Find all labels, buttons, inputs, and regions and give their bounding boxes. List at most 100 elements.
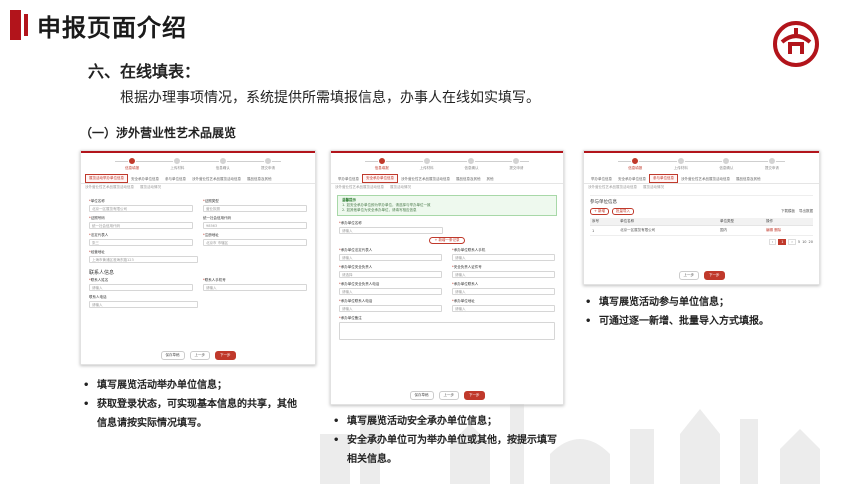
row-actions[interactable]: 编辑 删除 [764,225,813,236]
add-record-button[interactable]: + 新增一条记录 [429,237,465,244]
tab-exhibits[interactable]: 展品信息及其他 [733,176,764,183]
participants-table: 序号 单位名称 单位类型 操作 1 北京一区展览有限公司 国内 编辑 删除 [590,218,813,236]
step-dot [128,157,137,165]
credit-code-input[interactable]: 98563 [203,222,307,229]
tab-exhibits[interactable]: 展品信息及其他 [453,176,484,183]
step-label: 提交申请 [509,166,524,170]
step-label: 上传材料 [673,166,688,170]
brand-bar [10,10,21,40]
step-4: 提交申请 [248,157,288,171]
contact-mobile-input[interactable]: 请输入 [203,284,307,291]
security-organizer-form: *承办单位名称 请输入 + 新增一条记录 *承办单位法定代表人 请输入 *承办单位联… [331,216,563,344]
step-dot [467,157,476,165]
tab-exhibits[interactable]: 展品信息及其他 [244,176,275,183]
contact-mobile-input[interactable]: 请输入 [452,254,555,261]
next-button[interactable]: 下一步 [215,351,236,360]
tab-participants[interactable]: 参与单位信息 [162,176,189,183]
license-type-select[interactable]: 营业执照 [203,205,307,212]
step-2: 上传材料 [157,157,197,171]
subtab-exhibition-status[interactable]: 展览活动情况 [390,185,411,190]
batch-import-button[interactable]: 批量导入 [612,208,635,215]
step-dot [631,157,640,165]
screenshot-organizer-form: 信息填报 上传材料 信息确认 提交申请 展览活动举办单位信息 安全承办单位信息 … [80,150,316,365]
page-size-option[interactable]: 20 [809,240,813,244]
progress-steps: 信息填报 上传材料 信息确认 提交申请 [345,153,549,175]
tab-exhibition-info[interactable]: 涉外营业性艺术品展览活动信息 [189,176,244,183]
subtab-exhibition-info[interactable]: 涉外营业性艺术品展览活动信息 [335,185,384,190]
field-label: *承办单位联系人 [452,282,479,286]
safety-officer-id-input[interactable]: 请输入 [452,271,555,278]
slide-title: 申报页面介绍 [37,14,187,42]
legal-rep-input[interactable]: 张三 [89,239,193,246]
pager-page[interactable]: 1 [778,239,787,245]
contact-name-input[interactable]: 请输入 [89,284,193,291]
note-item: • 安全承办单位可为举办单位或其他，按提示填写 [333,435,557,446]
subtab-exhibition-info[interactable]: 涉外营业性艺术品展览活动信息 [85,185,134,190]
subtab-exhibition-status[interactable]: 展览活动情况 [140,185,161,190]
license-number-input[interactable]: 统一社会信用代码 [89,222,193,229]
tab-organizer[interactable]: 展览活动举办单位信息 [85,174,128,183]
security-org-name-input[interactable]: 请输入 [339,227,443,234]
column-header: 单位名称 [618,218,718,226]
field-label: *联系人手机号 [203,278,226,282]
export-data-link[interactable]: 导出数据 [799,209,813,214]
business-address-input[interactable]: 上海市黄浦区淮海东路123 [89,256,198,263]
address-input[interactable]: 请输入 [452,305,555,312]
screenshot-participants-list: 信息填报 上传材料 信息确认 提交申请 举办单位信息 安全承办单位信息 参与单位… [583,150,820,285]
pager-prev[interactable]: ‹ [768,239,777,245]
safety-officer-select[interactable]: 请选择 [339,271,442,278]
page-size-option[interactable]: 10 [802,240,806,244]
step-label: 信息填报 [628,166,643,170]
safety-officer-phone-input[interactable]: 请输入 [339,288,442,295]
pager-next[interactable]: › [788,239,796,245]
form-subtabs: 涉外营业性艺术品展览活动信息 展览活动情况 [584,184,819,191]
tab-organizer[interactable]: 举办单位信息 [335,176,362,183]
tab-participants[interactable]: 参与单位信息 [649,174,678,183]
subtab-exhibition-status[interactable]: 展览活动情况 [643,185,664,190]
remarks-textarea[interactable] [339,322,555,340]
registered-address-select[interactable]: 北京市 市辖区 [203,239,307,246]
subtab-exhibition-info[interactable]: 涉外营业性艺术品展览活动信息 [588,185,637,190]
step-label: 信息确认 [215,166,230,170]
contact-phone-input[interactable]: 请输入 [339,305,442,312]
tab-security-organizer[interactable]: 安全承办单位信息 [362,174,398,183]
notes-participants: • 填写展览活动参与单位信息； • 可通过逐一新增、批量导入方式填报。 [585,293,815,331]
contact-phone-input[interactable]: 请输入 [89,301,198,308]
step-dot [173,157,182,165]
tab-organizer[interactable]: 举办单位信息 [588,176,615,183]
step-label: 上传材料 [419,166,434,170]
participants-toolbar-right: 下载模板 导出数据 [781,209,813,214]
prev-button[interactable]: 上一步 [189,351,210,360]
legal-rep-input[interactable]: 请输入 [339,254,442,261]
note-item: • 填写展览活动安全承办单位信息； [333,416,497,427]
form-subtabs: 涉外营业性艺术品展览活动信息 展览活动情况 [81,184,315,191]
sub-heading: （一）涉外营业性艺术品展览 [80,126,237,140]
save-draft-button[interactable]: 保存草稿 [160,351,185,360]
screenshot-security-organizer-form: 信息填报 上传材料 信息确认 提交申请 举办单位信息 安全承办单位信息 涉外营业… [330,150,564,405]
tab-security-organizer[interactable]: 安全承办单位信息 [128,176,162,183]
prev-button[interactable]: 上一步 [678,271,699,280]
tab-other[interactable]: 其他 [484,176,497,183]
org-name-input[interactable]: 北京一区展览有限公司 [89,205,193,212]
brand-bar-accent [24,14,28,36]
next-button[interactable]: 下一步 [704,271,725,280]
step-dot [264,157,273,165]
page-size-option[interactable]: 5 [798,240,800,244]
tab-security-organizer[interactable]: 安全承办单位信息 [615,176,649,183]
field-label: *承办单位备注 [339,316,362,320]
section-description: 根据办理事项情况，系统提供所需填报信息，办事人在线如实填写。 [120,90,540,106]
tab-exhibition-info[interactable]: 涉外营业性艺术品展览活动信息 [398,176,453,183]
note-item: • 填写展览活动举办单位信息； [83,380,227,391]
step-3: 信息确认 [451,157,491,171]
step-dot [676,157,685,165]
download-template-link[interactable]: 下载模板 [781,209,795,214]
panel1-buttons: 保存草稿 上一步 下一步 [81,351,315,360]
contact-person-input[interactable]: 请输入 [452,288,555,295]
step-4: 提交申请 [496,157,536,171]
section-heading: 六、在线填表： [88,62,201,81]
table-cell: 北京一区展览有限公司 [618,225,718,236]
add-participant-button[interactable]: + 新增 [590,208,610,215]
tab-exhibition-info[interactable]: 涉外营业性艺术品展览活动信息 [678,176,733,183]
field-label: 统一社会信用代码 [203,216,231,220]
step-3: 信息确认 [706,157,746,171]
